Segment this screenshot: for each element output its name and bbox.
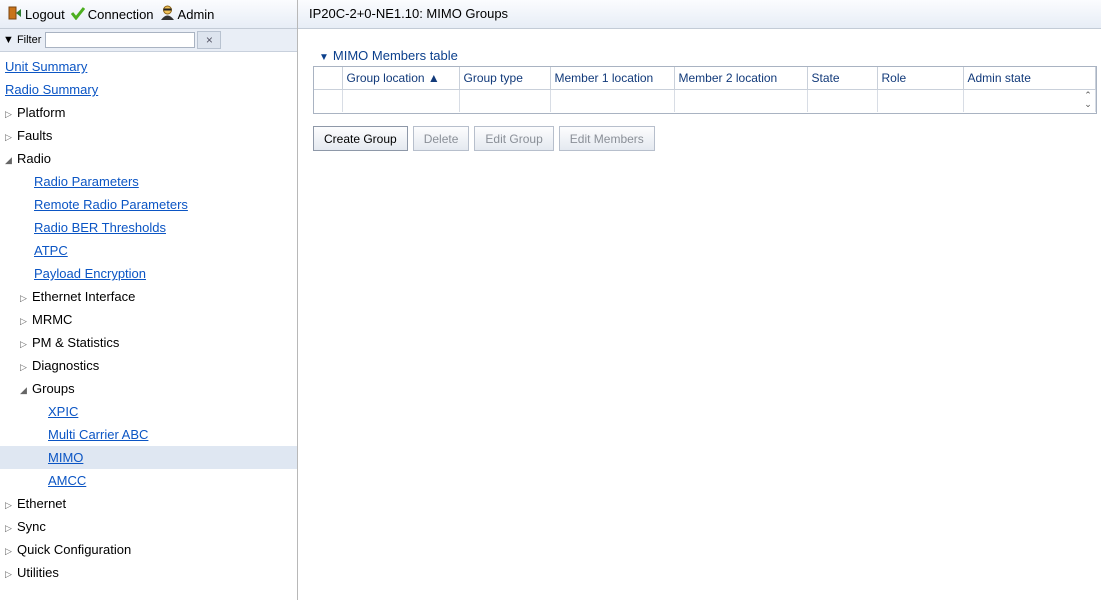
nav-folder-label: Ethernet (17, 496, 67, 511)
nav-link-label[interactable]: MIMO (48, 450, 83, 465)
logout-icon (8, 6, 22, 23)
section-header[interactable]: ▼ MIMO Members table (319, 48, 458, 63)
column-header-state[interactable]: State (807, 67, 878, 90)
nav-link-amcc[interactable]: AMCC (0, 469, 297, 492)
checkmark-icon (70, 6, 85, 23)
nav-folder-quick-configuration[interactable]: ▷ Quick Configuration (0, 538, 297, 561)
select-column-header (314, 67, 343, 90)
nav-folder-diagnostics[interactable]: ▷ Diagnostics (0, 354, 297, 377)
logout-label: Logout (25, 6, 65, 22)
connection-label: Connection (87, 6, 154, 22)
table-row (314, 89, 1096, 112)
nav-folder-label: Radio (17, 151, 51, 166)
collapsed-triangle-icon[interactable]: ▷ (5, 540, 17, 563)
nav-link-remote-radio-parameters[interactable]: Remote Radio Parameters (0, 193, 297, 216)
nav-link-xpic[interactable]: XPIC (0, 400, 297, 423)
nav-folder-groups[interactable]: ◢ Groups (0, 377, 297, 400)
nav-folder-label: Sync (17, 519, 46, 534)
edit-group-button[interactable]: Edit Group (474, 126, 554, 151)
logout-button[interactable]: Logout (8, 6, 65, 23)
filter-label-text: Filter (16, 34, 42, 46)
collapsed-triangle-icon[interactable]: ▷ (20, 287, 32, 310)
clear-filter-button[interactable]: × (197, 31, 222, 49)
nav-link-label[interactable]: Radio Parameters (34, 174, 139, 189)
nav-link-label[interactable]: XPIC (48, 404, 78, 419)
scroll-spinner[interactable]: ⌃ ⌄ (1083, 91, 1093, 111)
nav-folder-label: Faults (17, 128, 53, 143)
table-header-row: Group location ▲ Group type Member 1 locat… (314, 67, 1096, 90)
expanded-triangle-icon[interactable]: ◢ (5, 149, 17, 172)
column-header-member-1-location[interactable]: Member 1 location (550, 67, 675, 90)
collapsed-triangle-icon[interactable]: ▷ (5, 103, 17, 126)
mimo-members-table: Group location ▲ Group type Member 1 locat… (313, 66, 1097, 114)
admin-button[interactable]: Admin (160, 5, 215, 23)
nav-link-payload-encryption[interactable]: Payload Encryption (0, 262, 297, 285)
column-header-role[interactable]: Role (877, 67, 964, 90)
admin-label: Admin (177, 6, 215, 22)
nav-link-radio-parameters[interactable]: Radio Parameters (0, 170, 297, 193)
nav-folder-label: Diagnostics (32, 358, 100, 373)
column-header-member-2-location[interactable]: Member 2 location (674, 67, 808, 90)
nav-link-label[interactable]: AMCC (48, 473, 86, 488)
filter-input[interactable] (45, 32, 196, 48)
nav-folder-platform[interactable]: ▷ Platform (0, 101, 297, 124)
nav-link-unit-summary[interactable]: Unit Summary (0, 55, 297, 78)
collapsed-triangle-icon[interactable]: ▷ (20, 333, 32, 356)
nav-link-mimo[interactable]: MIMO (0, 446, 297, 469)
nav-link-atpc[interactable]: ATPC (0, 239, 297, 262)
collapsed-triangle-icon[interactable]: ▷ (5, 494, 17, 517)
nav-folder-ethernet[interactable]: ▷ Ethernet (0, 492, 297, 515)
navigation-panel: Logout Connection Admin ▼ Filter × Unit … (0, 0, 298, 600)
nav-folder-label: MRMC (32, 312, 73, 327)
nav-link-label[interactable]: Payload Encryption (34, 266, 146, 281)
collapsed-triangle-icon[interactable]: ▷ (5, 563, 17, 586)
expanded-triangle-icon[interactable]: ◢ (20, 379, 32, 402)
section-title: MIMO Members table (332, 48, 458, 63)
top-toolbar: Logout Connection Admin (0, 0, 297, 29)
nav-link-label[interactable]: ATPC (34, 243, 68, 258)
nav-folder-utilities[interactable]: ▷ Utilities (0, 561, 297, 584)
nav-link-label[interactable]: Radio Summary (5, 82, 98, 97)
collapsed-triangle-icon[interactable]: ▷ (5, 126, 17, 149)
nav-folder-label: Utilities (17, 565, 59, 580)
nav-folder-label: Groups (32, 381, 75, 396)
connection-button[interactable]: Connection (70, 6, 154, 23)
create-group-button[interactable]: Create Group (313, 126, 408, 151)
filter-label: ▼ Filter (3, 34, 42, 46)
nav-link-multi-carrier-abc[interactable]: Multi Carrier ABC (0, 423, 297, 446)
column-header-group-location[interactable]: Group location ▲ (342, 67, 460, 90)
delete-button[interactable]: Delete (412, 126, 470, 151)
collapsed-triangle-icon[interactable]: ▷ (20, 310, 32, 333)
collapsed-triangle-icon[interactable]: ▷ (5, 517, 17, 540)
nav-link-label[interactable]: Remote Radio Parameters (34, 197, 188, 212)
nav-link-label[interactable]: Radio BER Thresholds (34, 220, 166, 235)
close-icon: × (205, 33, 213, 47)
nav-folder-ethernet-interface[interactable]: ▷ Ethernet Interface (0, 285, 297, 308)
nav-folder-mrmc[interactable]: ▷ MRMC (0, 308, 297, 331)
nav-folder-label: Platform (17, 105, 66, 120)
nav-link-radio-ber-thresholds[interactable]: Radio BER Thresholds (0, 216, 297, 239)
nav-folder-label: Ethernet Interface (32, 289, 136, 304)
collapsed-triangle-icon[interactable]: ▷ (20, 356, 32, 379)
nav-link-radio-summary[interactable]: Radio Summary (0, 78, 297, 101)
content-panel: IP20C-2+0-NE1.10: MIMO Groups ▼ MIMO Memb… (298, 0, 1101, 600)
filter-bar: ▼ Filter × (0, 29, 297, 52)
nav-folder-label: PM & Statistics (32, 335, 120, 350)
edit-members-button[interactable]: Edit Members (558, 126, 655, 151)
nav-folder-label: Quick Configuration (17, 542, 132, 557)
nav-folder-faults[interactable]: ▷ Faults (0, 124, 297, 147)
column-header-group-type[interactable]: Group type (459, 67, 551, 90)
nav-folder-pm-statistics[interactable]: ▷ PM & Statistics (0, 331, 297, 354)
collapse-icon: ▼ (319, 52, 329, 63)
navigation-tree: Unit Summary Radio Summary ▷ Platform ▷ Fault… (0, 52, 297, 584)
nav-link-label[interactable]: Unit Summary (5, 59, 87, 74)
nav-link-label[interactable]: Multi Carrier ABC (48, 427, 148, 442)
action-buttons: Create Group Delete Edit Group Edit Members (313, 126, 660, 151)
nav-folder-radio[interactable]: ◢ Radio (0, 147, 297, 170)
column-header-admin-state[interactable]: Admin state (963, 67, 1096, 90)
page-title: IP20C-2+0-NE1.10: MIMO Groups (298, 0, 1101, 29)
admin-user-icon (160, 5, 175, 23)
nav-folder-sync[interactable]: ▷ Sync (0, 515, 297, 538)
